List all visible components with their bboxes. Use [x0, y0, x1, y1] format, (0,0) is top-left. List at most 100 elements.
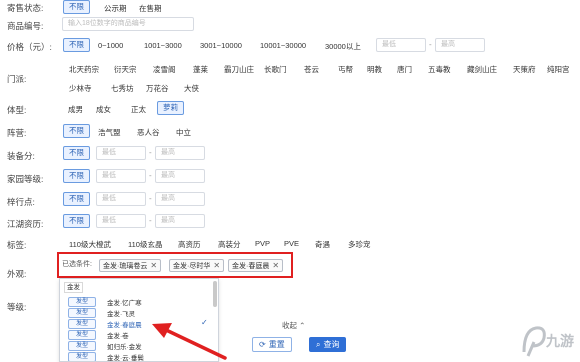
- watermark-text: 九游: [546, 333, 574, 349]
- sect-option[interactable]: 纯阳宫: [547, 64, 570, 75]
- home-level-max[interactable]: 最高: [155, 169, 205, 183]
- price-range-sep: -: [429, 40, 432, 49]
- sect-option[interactable]: 大侠: [184, 83, 199, 94]
- jianghu-max[interactable]: 最高: [155, 214, 205, 228]
- tag-option[interactable]: 多珍宠: [348, 239, 371, 250]
- sect-option[interactable]: 蓬莱: [193, 64, 208, 75]
- price-min-input[interactable]: 最低: [376, 38, 426, 52]
- sect-option[interactable]: 凌雪阁: [153, 64, 176, 75]
- gear-score-unlimited[interactable]: 不限: [63, 146, 90, 160]
- price-label: 价格（元）:: [7, 42, 52, 52]
- dropdown-scrollbar[interactable]: [213, 281, 217, 307]
- sale-status-public[interactable]: 公示期: [104, 3, 127, 14]
- selected-tag-text: 金发·春庭晨: [232, 263, 270, 270]
- selected-tag-text: 金发·琉璃卷云: [103, 263, 148, 270]
- price-1001-3000[interactable]: 1001~3000: [144, 41, 182, 50]
- refresh-icon: ⟳: [259, 340, 266, 349]
- merit-points-unlimited[interactable]: 不限: [63, 192, 90, 206]
- chevron-up-icon: ⌃: [299, 321, 306, 330]
- camp-neutral[interactable]: 中立: [176, 127, 191, 138]
- selected-conditions-highlight: 金发·琉璃卷云 ✕ 金发·尽时华 ✕ 金发·春庭晨 ✕: [57, 252, 293, 278]
- sect-option[interactable]: 少林寺: [69, 83, 92, 94]
- sect-option[interactable]: 苍云: [304, 64, 319, 75]
- red-arrow-icon: [152, 323, 227, 360]
- gear-score-min[interactable]: 最低: [96, 146, 146, 160]
- sale-status-onsale[interactable]: 在售期: [139, 3, 162, 14]
- price-3001-10000[interactable]: 3001~10000: [200, 41, 242, 50]
- option-type-badge: 发型: [68, 330, 96, 340]
- option-type-badge: 发型: [68, 319, 96, 329]
- selected-tag[interactable]: 金发·春庭晨 ✕: [228, 259, 284, 272]
- reset-button[interactable]: ⟳ 重置: [252, 337, 292, 352]
- camp-eren[interactable]: 恶人谷: [137, 127, 160, 138]
- home-level-min[interactable]: 最低: [96, 169, 146, 183]
- sect-option[interactable]: 藏剑山庄: [467, 64, 497, 75]
- query-label: 查询: [323, 340, 340, 349]
- home-level-unlimited[interactable]: 不限: [63, 169, 90, 183]
- option-type-badge: 发型: [68, 297, 96, 307]
- sect-option[interactable]: 天策府: [513, 64, 536, 75]
- sect-option[interactable]: 五毒教: [428, 64, 451, 75]
- price-max-input[interactable]: 最高: [435, 38, 485, 52]
- jianghu-label: 江湖资历:: [7, 219, 44, 229]
- tag-option[interactable]: PVP: [255, 239, 270, 248]
- option-name: 如归乐·金发: [107, 344, 142, 351]
- sale-status-unlimited[interactable]: 不限: [63, 0, 90, 14]
- price-30000-plus[interactable]: 30000以上: [325, 41, 361, 52]
- query-button[interactable]: ⌕ 查询: [309, 337, 347, 352]
- merit-points-sep: -: [149, 194, 152, 203]
- jianghu-sep: -: [149, 216, 152, 225]
- jianghu-unlimited[interactable]: 不限: [63, 214, 90, 228]
- tags-label: 标签:: [7, 240, 27, 250]
- product-no-label: 商品编号:: [7, 21, 44, 31]
- sect-label: 门派:: [7, 74, 27, 84]
- gear-score-sep: -: [149, 148, 152, 157]
- merit-points-max[interactable]: 最高: [155, 192, 205, 206]
- price-10001-30000[interactable]: 10001~30000: [260, 41, 306, 50]
- jianghu-min[interactable]: 最低: [96, 214, 146, 228]
- tag-option[interactable]: 高资历: [178, 239, 201, 250]
- price-0-1000[interactable]: 0~1000: [98, 41, 123, 50]
- appearance-search-input[interactable]: 金发: [64, 282, 83, 293]
- close-icon[interactable]: ✕: [213, 261, 220, 270]
- tag-option[interactable]: 110级大橙武: [69, 239, 111, 250]
- gear-score-max[interactable]: 最高: [155, 146, 205, 160]
- price-unlimited[interactable]: 不限: [63, 38, 90, 52]
- camp-haoqi[interactable]: 浩气盟: [98, 127, 121, 138]
- sect-option[interactable]: 长歌门: [264, 64, 287, 75]
- sect-option[interactable]: 明教: [367, 64, 382, 75]
- body-type-girl[interactable]: 萝莉: [157, 101, 184, 115]
- tag-option[interactable]: PVE: [284, 239, 299, 248]
- option-type-badge: 发型: [68, 341, 96, 351]
- sect-option[interactable]: 衍天宗: [114, 64, 137, 75]
- sect-option[interactable]: 万花谷: [146, 83, 169, 94]
- home-level-sep: -: [149, 171, 152, 180]
- gear-score-label: 装备分:: [7, 151, 35, 161]
- sect-option[interactable]: 唐门: [397, 64, 412, 75]
- body-type-label: 体型:: [7, 105, 27, 115]
- selected-tag[interactable]: 金发·尽时华 ✕: [169, 259, 225, 272]
- sect-option[interactable]: 北天药宗: [69, 64, 99, 75]
- product-no-input[interactable]: 输入18位数字的商品编号: [62, 17, 194, 31]
- option-name: 金发·云·垂鬓: [107, 355, 144, 362]
- merit-points-min[interactable]: 最低: [96, 192, 146, 206]
- selected-tag[interactable]: 金发·琉璃卷云 ✕: [99, 259, 162, 272]
- search-icon: ⌕: [316, 340, 321, 349]
- body-type-female[interactable]: 成女: [96, 104, 111, 115]
- tag-option[interactable]: 高装分: [218, 239, 241, 250]
- appearance-label: 外观:: [7, 269, 27, 279]
- tag-option[interactable]: 奇遇: [315, 239, 330, 250]
- body-type-boy[interactable]: 正太: [131, 104, 146, 115]
- option-type-badge: 发型: [68, 352, 96, 361]
- sect-option[interactable]: 丐帮: [338, 64, 353, 75]
- body-type-male[interactable]: 成男: [68, 104, 83, 115]
- sect-option[interactable]: 霸刀山庄: [224, 64, 254, 75]
- close-icon[interactable]: ✕: [272, 261, 279, 270]
- close-icon[interactable]: ✕: [150, 261, 157, 270]
- collapse-toggle[interactable]: 收起 ⌃: [282, 320, 305, 331]
- collapse-label: 收起: [282, 321, 297, 330]
- selected-tag-text: 金发·尽时华: [173, 263, 211, 270]
- sect-option[interactable]: 七秀坊: [111, 83, 134, 94]
- camp-unlimited[interactable]: 不限: [63, 124, 90, 138]
- tag-option[interactable]: 110级玄晶: [128, 239, 162, 250]
